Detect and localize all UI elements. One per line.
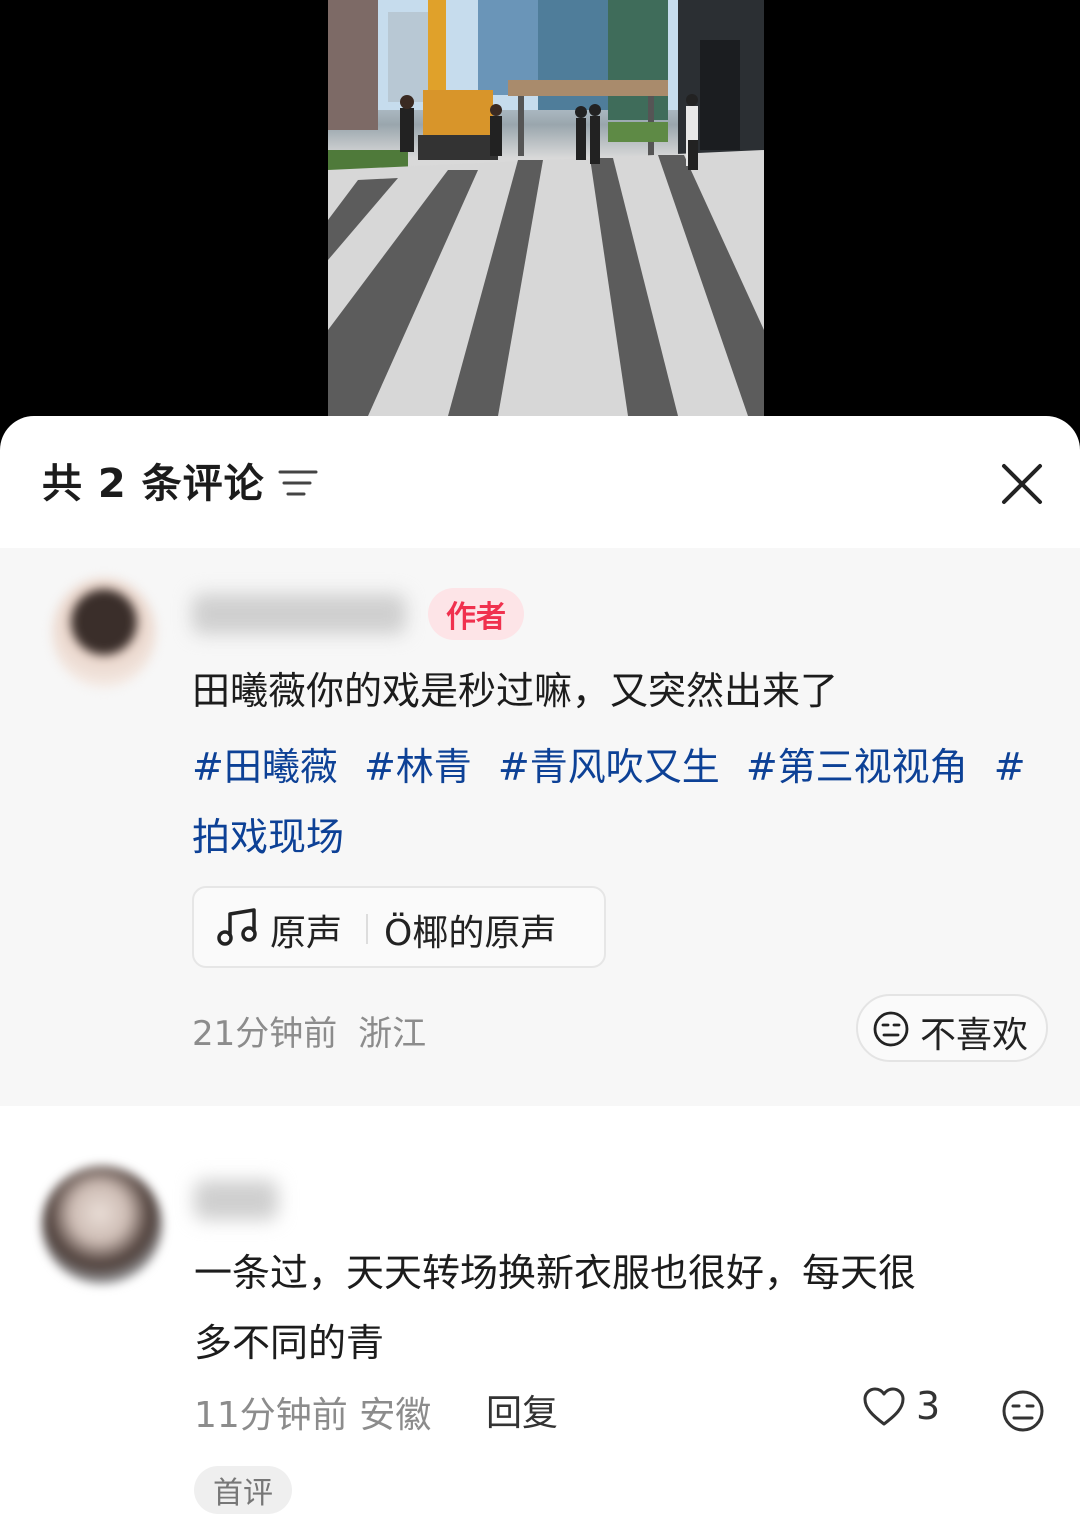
avatar[interactable] — [52, 578, 156, 688]
comments-header: 共 2 条评论 — [0, 416, 1080, 548]
audio-label: 原声 — [270, 913, 343, 954]
music-note-icon — [216, 906, 260, 950]
divider — [366, 914, 368, 944]
comments-panel: 共 2 条评论 作者 田曦薇你的戏是秒过嘛，又突然出来了 #田曦薇 #林青 #青… — [0, 416, 1080, 1528]
comment-text[interactable]: 田曦薇你的戏是秒过嘛，又突然出来了 — [192, 664, 838, 718]
dislike-face-icon[interactable] — [1000, 1388, 1046, 1434]
comment-time: 21分钟前 — [192, 1014, 338, 1054]
heart-icon — [862, 1386, 906, 1428]
hashtag-link[interactable]: #林青 — [364, 745, 472, 789]
reply-button[interactable]: 回复 — [486, 1384, 558, 1436]
original-audio-card[interactable]: 原声 Ö椰的原声 — [192, 886, 606, 968]
video-player[interactable] — [0, 0, 1080, 430]
comment-item-author[interactable]: 作者 田曦薇你的戏是秒过嘛，又突然出来了 #田曦薇 #林青 #青风吹又生 #第三… — [0, 548, 1080, 1106]
comment-text-line2[interactable]: 多不同的青 — [194, 1316, 384, 1370]
like-count: 3 — [916, 1384, 941, 1428]
video-frame — [328, 0, 764, 416]
dislike-button[interactable]: 不喜欢 — [856, 994, 1048, 1062]
avatar[interactable] — [42, 1166, 162, 1284]
username-blurred[interactable] — [194, 1180, 278, 1220]
hashtag-link[interactable]: #青风吹又生 — [498, 745, 720, 789]
author-badge: 作者 — [428, 588, 524, 640]
username-blurred[interactable] — [192, 594, 406, 634]
hashtag-link[interactable]: #田曦薇 — [192, 745, 338, 789]
hashtag-link[interactable]: #第三视视角 — [746, 745, 968, 789]
comment-item[interactable]: 一条过，天天转场换新衣服也很好，每天很 多不同的青 11分钟前 安徽 回复 3 … — [0, 1106, 1080, 1528]
sort-filter-icon[interactable] — [278, 468, 318, 500]
dislike-label: 不喜欢 — [920, 1015, 1029, 1056]
comment-text-line1[interactable]: 一条过，天天转场换新衣服也很好，每天很 — [194, 1246, 916, 1300]
dislike-face-icon — [872, 1010, 910, 1048]
comment-time-location: 11分钟前 安徽 — [194, 1395, 432, 1436]
like-button[interactable]: 3 — [862, 1384, 952, 1434]
video-scene-image — [328, 0, 764, 416]
comment-location: 浙江 — [358, 1014, 427, 1054]
close-icon[interactable] — [998, 460, 1046, 508]
comment-count-title: 共 2 条评论 — [42, 461, 265, 507]
audio-title: Ö椰的原声 — [384, 913, 557, 954]
hashtag-list: #田曦薇 #林青 #青风吹又生 #第三视视角 #拍戏现场 — [192, 732, 1042, 872]
first-comment-badge: 首评 — [194, 1466, 292, 1514]
comment-meta: 21分钟前 浙江 — [192, 1006, 426, 1055]
